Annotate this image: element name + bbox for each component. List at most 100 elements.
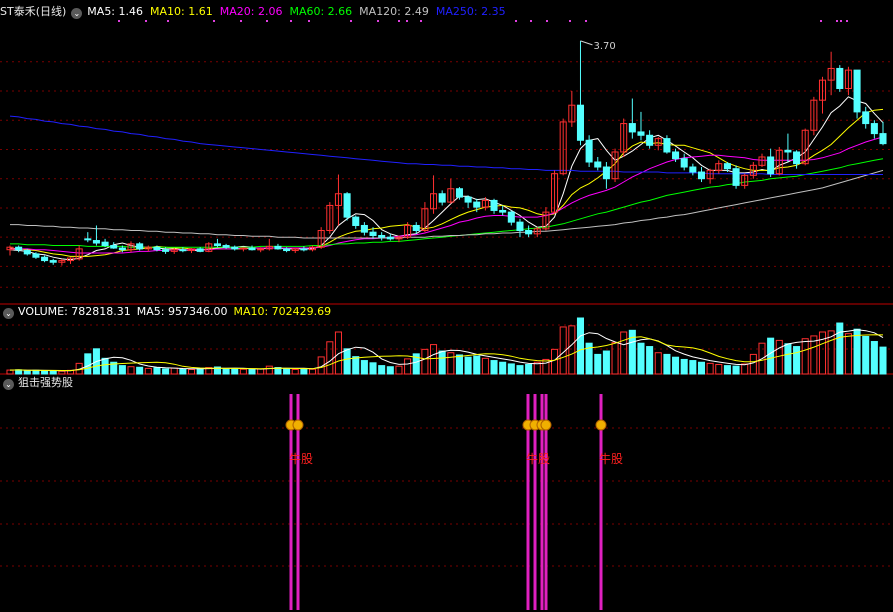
signal-marker-dot xyxy=(406,20,408,22)
signal-panel-toggle-icon[interactable]: ⌄ xyxy=(3,379,14,390)
candle-body xyxy=(343,193,351,218)
candle-body xyxy=(767,156,775,175)
volume-bar xyxy=(637,342,645,375)
signal-marker-dot xyxy=(820,20,822,22)
main-panel-toggle-icon[interactable]: ⌄ xyxy=(71,8,83,19)
volume-bar xyxy=(101,357,109,375)
candle-body xyxy=(179,249,187,252)
volume-bar xyxy=(455,354,463,375)
volume-bar xyxy=(257,368,265,375)
candle-body xyxy=(637,131,645,136)
candle-body xyxy=(585,139,593,163)
candle-body xyxy=(248,247,256,251)
volume-bar xyxy=(352,356,360,375)
candle-body xyxy=(516,221,524,231)
volume-bar xyxy=(153,367,161,375)
candle-body xyxy=(110,245,118,249)
candle-body xyxy=(84,238,92,241)
candle-body xyxy=(239,247,247,250)
signal-marker-dot xyxy=(836,20,838,22)
candle-body xyxy=(793,151,801,165)
volume-bar xyxy=(239,368,247,375)
volume-bar xyxy=(438,350,446,375)
volume-bar xyxy=(49,370,57,375)
candle-body xyxy=(473,201,481,208)
volume-bar xyxy=(41,370,49,375)
candle-body xyxy=(732,168,740,186)
ma-line-ma5 xyxy=(9,96,884,261)
signal-marker-dot xyxy=(118,20,120,22)
signal-ball-icon xyxy=(540,419,552,431)
volume-bar xyxy=(248,369,256,375)
ma-indicator-label-1: MA10: 1.61 xyxy=(150,5,213,18)
signal-marker-dot xyxy=(290,20,292,22)
volume-indicator-label-1: MA5: 957346.00 xyxy=(136,305,228,318)
signal-marker-dot xyxy=(569,20,571,22)
volume-bar xyxy=(291,369,299,375)
volume-bar xyxy=(343,348,351,375)
volume-bar xyxy=(793,346,801,375)
volume-bar xyxy=(421,348,429,375)
signal-marker-dot xyxy=(266,20,268,22)
candle-body xyxy=(231,246,239,250)
volume-bar xyxy=(836,322,844,375)
candle-body xyxy=(386,236,394,240)
signal-marker-dot xyxy=(145,20,147,22)
volume-bar xyxy=(715,363,723,375)
candle-body xyxy=(118,247,126,251)
volume-bar xyxy=(689,360,697,375)
candle-body xyxy=(196,248,204,252)
signal-marker-dot xyxy=(546,20,548,22)
volume-bar xyxy=(187,369,196,375)
signal-marker-dot xyxy=(240,20,242,22)
volume-bar xyxy=(620,331,628,375)
volume-bar xyxy=(32,369,40,375)
volume-bar xyxy=(127,366,135,375)
signal-marker-dot xyxy=(398,20,400,22)
candle-body xyxy=(879,133,887,145)
candle-body xyxy=(162,249,170,252)
volume-panel-toggle-icon[interactable]: ⌄ xyxy=(3,308,14,319)
volume-bar xyxy=(464,356,472,375)
volume-bar xyxy=(473,355,481,375)
volume-bar xyxy=(611,342,619,375)
candle-body xyxy=(213,243,221,247)
signal-marker-dot xyxy=(213,20,215,22)
volume-bar xyxy=(646,346,654,375)
ma-indicator-label-4: MA120: 2.49 xyxy=(359,5,429,18)
signal-label: 牛股 xyxy=(599,451,623,466)
signal-marker-dot xyxy=(846,20,848,22)
volume-bar xyxy=(844,333,852,375)
volume-bar xyxy=(680,358,688,375)
candle-body xyxy=(15,246,23,251)
stock-name[interactable]: ST泰禾(日线) xyxy=(0,5,66,18)
candle-body xyxy=(576,104,585,141)
candle-body xyxy=(602,166,610,180)
signal-panel-title[interactable]: 狙击强势股 xyxy=(18,376,73,389)
volume-bar xyxy=(265,365,273,375)
volume-ma-line-5 xyxy=(9,329,884,372)
volume-bar xyxy=(58,370,66,375)
volume-indicator-label-2: MA10: 702429.69 xyxy=(233,305,332,318)
candle-body xyxy=(300,248,308,251)
candle-body xyxy=(153,246,161,251)
candle-body xyxy=(378,235,386,238)
ma-line-ma120 xyxy=(10,169,884,239)
volume-bar xyxy=(162,368,170,375)
candle-body xyxy=(853,69,861,113)
volume-bar xyxy=(144,367,152,375)
volume-bar xyxy=(231,368,239,375)
volume-bar xyxy=(663,353,671,375)
volume-bar xyxy=(507,363,515,375)
candle-body xyxy=(41,256,49,262)
volume-bar xyxy=(741,363,749,375)
volume-bar xyxy=(870,341,878,375)
volume-bar xyxy=(378,365,386,375)
high-label: 3.70 xyxy=(593,41,615,52)
volume-bar xyxy=(723,365,731,375)
volume-bar xyxy=(23,370,31,375)
volume-bar xyxy=(300,368,308,375)
volume-bar xyxy=(404,358,412,375)
high-label-pointer xyxy=(580,40,593,46)
candle-body xyxy=(594,161,602,168)
